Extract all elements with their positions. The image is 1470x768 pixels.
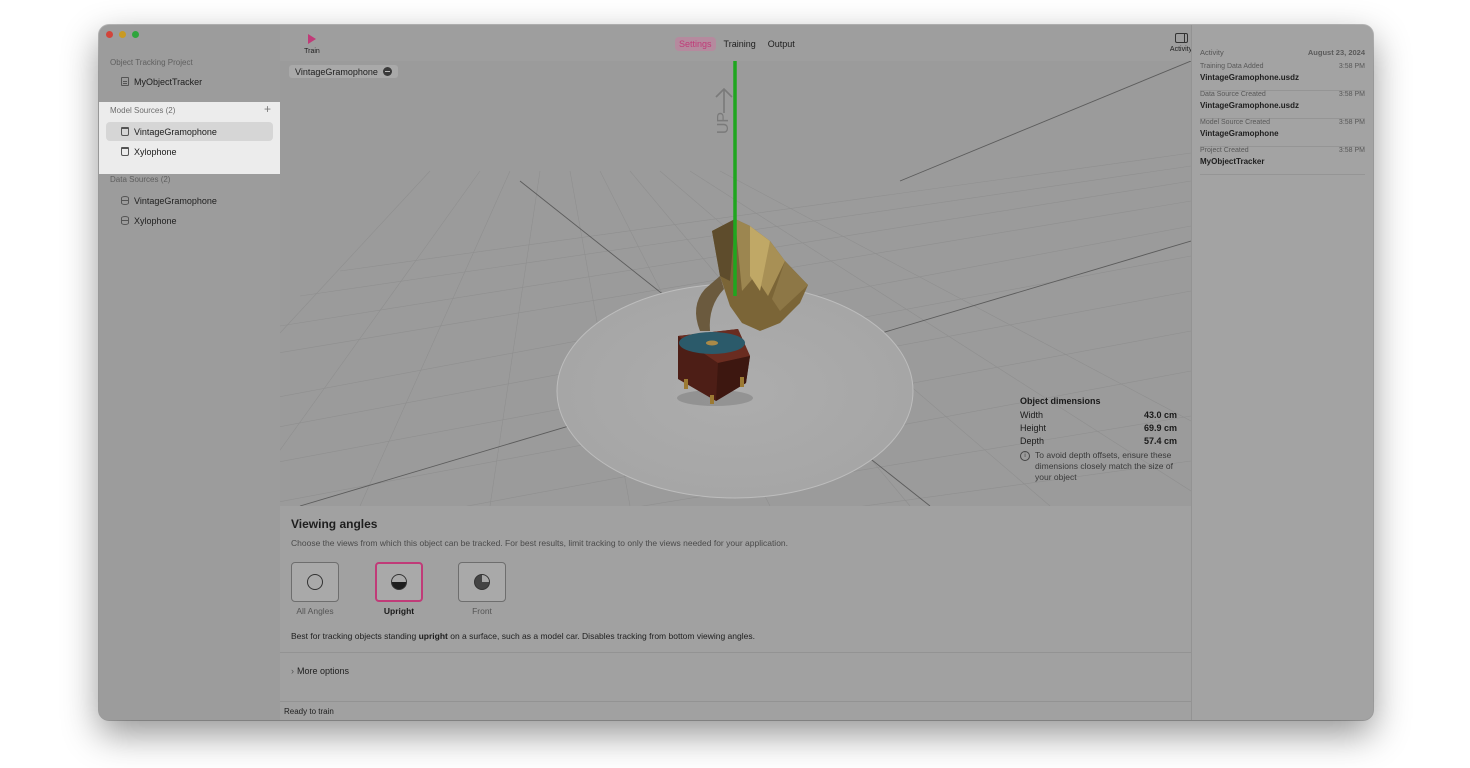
info-icon: i	[1020, 451, 1030, 461]
sidebar-item-label: Xylophone	[134, 215, 177, 226]
sidebar-item-label: Xylophone	[134, 146, 177, 157]
dimension-row-width: Width 43.0 cm	[1020, 409, 1177, 422]
model-sources-header: Model Sources (2)	[110, 106, 176, 115]
chevron-right-icon: ›	[291, 666, 294, 676]
upright-option[interactable]	[375, 562, 423, 602]
dimension-label: Depth	[1020, 436, 1045, 446]
sidebar-item-label: VintageGramophone	[134, 195, 217, 206]
circle-icon	[307, 574, 323, 590]
dimension-value[interactable]: 69.9 cm	[1144, 422, 1177, 435]
tab-output[interactable]: Output	[764, 37, 799, 51]
activity-title: Activity	[1200, 48, 1224, 57]
quarter-circle-icon	[474, 574, 490, 590]
half-circle-icon	[391, 574, 407, 590]
divider	[280, 652, 1191, 653]
tab-training[interactable]: Training	[720, 37, 760, 51]
sidebar-item-data-xylophone[interactable]: Xylophone	[106, 211, 273, 230]
dimension-row-depth: Depth 57.4 cm	[1020, 435, 1177, 448]
activity-entry[interactable]: Model Source Created 3:58 PM VintageGramo…	[1200, 118, 1365, 147]
document-icon	[121, 77, 129, 86]
settings-pane: Viewing angles Choose the views from whi…	[280, 506, 1191, 720]
dimension-value[interactable]: 57.4 cm	[1144, 435, 1177, 448]
dimension-value[interactable]: 43.0 cm	[1144, 409, 1177, 422]
project-section-label: Object Tracking Project	[110, 58, 193, 67]
window-controls	[106, 31, 139, 38]
sidebar-right-icon	[1174, 33, 1188, 43]
toolbar: Train Settings Training Output Activity	[280, 25, 1192, 61]
dimensions-note-text: To avoid depth offsets, ensure these dim…	[1035, 450, 1173, 482]
sidebar: Object Tracking Project MyObjectTracker …	[99, 25, 281, 720]
model-icon	[121, 127, 129, 136]
dimension-label: Width	[1020, 410, 1044, 420]
activity-header: Activity August 23, 2024	[1200, 48, 1365, 57]
zoom-window-button[interactable]	[132, 31, 139, 38]
activity-entry[interactable]: Data Source Created 3:58 PM VintageGramop…	[1200, 90, 1365, 119]
dimensions-title: Object dimensions	[1020, 396, 1101, 406]
more-options-disclosure[interactable]: › More options	[291, 666, 349, 676]
sidebar-item-model-xylophone[interactable]: Xylophone	[106, 142, 273, 161]
tab-settings[interactable]: Settings	[675, 37, 716, 51]
sidebar-item-label: VintageGramophone	[134, 126, 217, 137]
activity-entry[interactable]: Training Data Added 3:58 PM VintageGramop…	[1200, 62, 1365, 91]
activity-inspector: Activity August 23, 2024 Training Data A…	[1191, 25, 1373, 720]
sidebar-item-label: MyObjectTracker	[134, 76, 203, 87]
tab-bar: Settings Training Output	[675, 37, 799, 51]
play-icon	[308, 34, 316, 44]
sidebar-item-project[interactable]: MyObjectTracker	[106, 72, 273, 91]
model-icon	[121, 147, 129, 156]
upright-label: Upright	[383, 606, 415, 616]
dimensions-note: i To avoid depth offsets, ensure these d…	[1020, 450, 1177, 483]
viewing-angles-description: Choose the views from which this object …	[291, 538, 789, 548]
dimension-row-height: Height 69.9 cm	[1020, 422, 1177, 435]
dimension-label: Height	[1020, 423, 1047, 433]
train-button[interactable]: Train	[302, 34, 322, 55]
up-axis-label: UP	[715, 112, 732, 134]
sidebar-item-data-vintagegramophone[interactable]: VintageGramophone	[106, 191, 273, 210]
all-angles-label: All Angles	[296, 606, 334, 616]
object-name: VintageGramophone	[295, 66, 378, 77]
front-option[interactable]	[458, 562, 506, 602]
object-name-chip[interactable]: VintageGramophone	[289, 65, 398, 78]
object-dimensions-panel: Object dimensions Width 43.0 cm Height 6…	[1020, 396, 1177, 496]
status-bar-text: Ready to train	[284, 707, 334, 716]
data-sources-header: Data Sources (2)	[110, 175, 171, 184]
activity-entry[interactable]: Project Created 3:58 PM MyObjectTracker	[1200, 146, 1365, 175]
add-model-source-button[interactable]: +	[264, 102, 271, 116]
app-window: Object Tracking Project MyObjectTracker …	[99, 25, 1373, 720]
viewing-angles-title: Viewing angles	[291, 517, 378, 531]
database-icon	[121, 196, 129, 205]
all-angles-option[interactable]	[291, 562, 339, 602]
divider	[280, 701, 1191, 702]
close-window-button[interactable]	[106, 31, 113, 38]
database-icon	[121, 216, 129, 225]
3d-viewport[interactable]: UP VintageGramophone Object dimensions W…	[280, 61, 1191, 506]
train-label: Train	[304, 48, 320, 55]
front-label: Front	[472, 606, 492, 616]
up-arrow-icon	[715, 87, 733, 113]
activity-date: August 23, 2024	[1307, 48, 1365, 57]
model-sources-panel: Model Sources (2) + VintageGramophone Xy…	[99, 102, 280, 174]
minimize-window-button[interactable]	[119, 31, 126, 38]
remove-icon[interactable]	[382, 67, 392, 76]
sidebar-item-model-vintagegramophone[interactable]: VintageGramophone	[106, 122, 273, 141]
angle-explanation: Best for tracking objects standing uprig…	[291, 631, 755, 641]
